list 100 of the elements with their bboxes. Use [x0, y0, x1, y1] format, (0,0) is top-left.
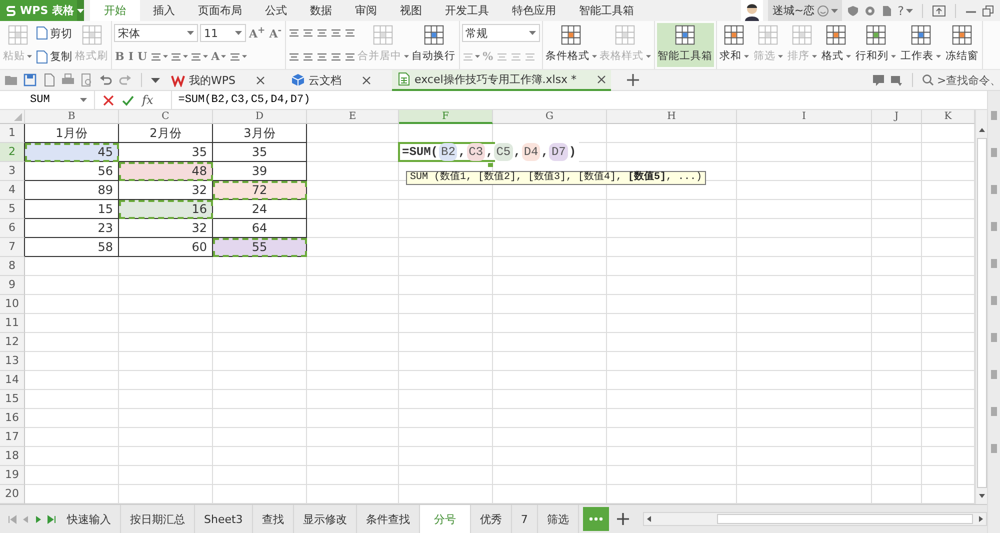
sheet-tab[interactable]: 显示修改 — [294, 505, 357, 533]
row-header[interactable]: 19 — [0, 466, 25, 485]
toolbar-button[interactable]: 行和列 — [854, 23, 897, 67]
printer-icon[interactable] — [61, 73, 75, 87]
row-header[interactable]: 20 — [0, 485, 25, 504]
column-header[interactable]: E — [307, 110, 399, 124]
toolbar-button[interactable] — [150, 50, 168, 63]
help-button[interactable]: ? — [898, 4, 913, 18]
sheet-tab[interactable]: 按日期汇总 — [121, 505, 195, 533]
row-header[interactable]: 18 — [0, 447, 25, 466]
function-button[interactable]: fx — [142, 93, 164, 107]
toolbar-button[interactable] — [316, 50, 328, 63]
row-header[interactable]: 16 — [0, 409, 25, 428]
scrollbar-thumb[interactable] — [716, 514, 973, 524]
row-header[interactable]: 17 — [0, 428, 25, 447]
document-icon[interactable] — [42, 73, 56, 87]
document-tab[interactable]: 云文档 — [286, 70, 376, 90]
column-header[interactable]: J — [872, 110, 922, 124]
document-tab[interactable]: excel操作技巧专用工作簿.xlsx * — [392, 70, 611, 90]
menu-tab[interactable]: 插入 — [143, 0, 185, 21]
menu-tab[interactable]: 开始 — [90, 0, 140, 21]
row-header[interactable]: 3 — [0, 162, 25, 181]
redo-icon[interactable] — [118, 73, 132, 87]
menu-tab[interactable]: 开发工具 — [435, 0, 499, 21]
gear-icon[interactable] — [864, 4, 876, 16]
fill-handle[interactable] — [488, 163, 493, 167]
row-header[interactable]: 11 — [0, 314, 25, 333]
row-header[interactable]: 15 — [0, 390, 25, 409]
column-header[interactable]: D — [213, 110, 307, 124]
column-header[interactable]: H — [607, 110, 737, 124]
next-sheet-icon[interactable] — [34, 514, 43, 524]
dropdown-field[interactable]: 常规 — [462, 24, 540, 42]
toolbar-button[interactable]: 工作表 — [900, 23, 942, 67]
row-header[interactable]: 12 — [0, 333, 25, 352]
sheet-tab[interactable]: 7 — [512, 505, 538, 533]
sheet-tab[interactable]: 优秀 — [470, 505, 512, 533]
column-header[interactable]: I — [737, 110, 872, 124]
toolbar-button[interactable]: 智能工具箱 — [656, 23, 714, 67]
toolbar-button[interactable]: 格式 — [820, 23, 852, 67]
app-menu-button[interactable]: WPS 表格 — [0, 0, 82, 21]
toolbar-button[interactable] — [316, 27, 328, 40]
row-header[interactable]: 9 — [0, 276, 25, 295]
restore-icon[interactable] — [982, 4, 994, 16]
toolbar-button[interactable] — [344, 27, 356, 40]
toolbar-button[interactable]: A$^{+}$ — [248, 25, 266, 42]
more-sheets-button[interactable] — [582, 507, 609, 531]
window-pin-icon[interactable] — [932, 4, 946, 16]
toolbar-button[interactable]: A — [210, 50, 227, 64]
toolbar-button[interactable]: 自动换行 — [410, 23, 457, 67]
sheet-tab[interactable]: 查找 — [252, 505, 294, 533]
sheet-tab[interactable]: 分号 — [420, 505, 471, 533]
sheet-tab[interactable]: 快速输入 — [58, 505, 121, 533]
menu-tab[interactable]: 数据 — [300, 0, 342, 21]
column-header[interactable]: B — [25, 110, 119, 124]
name-box[interactable]: SUM — [0, 93, 80, 107]
toolbar-button[interactable] — [302, 50, 314, 63]
search-field[interactable]: >查找命令、 — [937, 74, 1000, 86]
save-icon[interactable] — [23, 73, 37, 87]
menu-tab[interactable]: 智能工具箱 — [569, 0, 644, 21]
column-header[interactable]: C — [119, 110, 213, 124]
row-header[interactable]: 1 — [0, 124, 25, 143]
toolbar-button[interactable]: 复制 — [34, 49, 73, 64]
plus-icon[interactable] — [616, 513, 629, 525]
flag-icon[interactable] — [890, 74, 903, 86]
scrollbar-thumb[interactable] — [976, 138, 986, 488]
column-header[interactable]: K — [922, 110, 975, 124]
row-header[interactable]: 2 — [0, 143, 25, 162]
plus-icon[interactable] — [626, 74, 639, 86]
caret-icon[interactable] — [151, 78, 160, 82]
user-name[interactable]: 迷城~恋 — [768, 0, 842, 21]
caret-icon[interactable] — [80, 98, 87, 102]
toolbar-button[interactable]: 条件格式 — [544, 23, 598, 67]
row-header[interactable]: 13 — [0, 352, 25, 371]
comment-icon[interactable] — [872, 74, 885, 86]
menu-tab[interactable]: 特色应用 — [502, 0, 566, 21]
toolbar-button[interactable]: A$^{-}$ — [268, 25, 283, 42]
toolbar-button[interactable]: 冻结窗 — [944, 23, 980, 67]
undo-icon[interactable] — [99, 73, 113, 87]
toolbar-button[interactable] — [330, 27, 342, 40]
toolbar-button[interactable] — [302, 27, 314, 40]
toolbar-button[interactable]: 求和 — [718, 23, 750, 67]
toolbar-button[interactable]: 剪切 — [34, 26, 73, 41]
row-header[interactable]: 14 — [0, 371, 25, 390]
toolbar-button[interactable]: B — [114, 50, 126, 64]
cell-editor[interactable]: =SUM( B2 , C3 , C5 , D4 , D7 ) — [398, 142, 580, 162]
formula-field[interactable]: =SUM(B2,C3,C5,D4,D7) — [178, 94, 987, 106]
toolbar-button[interactable]: I — [127, 50, 134, 64]
first-sheet-icon[interactable] — [8, 514, 17, 524]
menu-tab[interactable]: 公式 — [255, 0, 297, 21]
previous-sheet-icon[interactable] — [21, 514, 30, 524]
menu-tab[interactable]: 视图 — [390, 0, 432, 21]
sheet-tab[interactable]: Sheet3 — [195, 505, 253, 533]
search-icon[interactable] — [922, 74, 934, 86]
folder-icon[interactable] — [4, 73, 18, 87]
check-icon[interactable] — [122, 94, 134, 106]
toolbar-button[interactable] — [288, 27, 300, 40]
row-header[interactable]: 4 — [0, 181, 25, 200]
cancel-icon[interactable] — [103, 94, 114, 106]
menu-tab[interactable]: 审阅 — [345, 0, 387, 21]
toolbar-button[interactable] — [228, 50, 247, 63]
